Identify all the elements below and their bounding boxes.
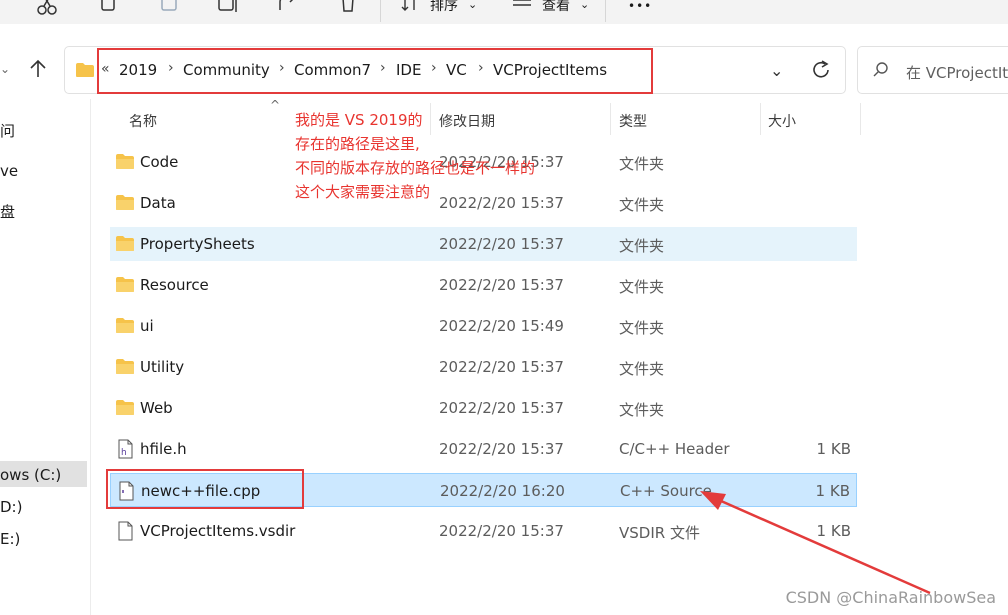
folder-icon <box>116 195 134 214</box>
file-type: 文件夹 <box>619 319 665 337</box>
file-name: Code <box>140 153 179 171</box>
chevron-down-icon: ⌄ <box>468 0 478 11</box>
file-type: 文件夹 <box>619 155 665 173</box>
folder-icon <box>116 236 134 255</box>
column-divider[interactable] <box>860 103 861 135</box>
file-name: Resource <box>140 276 209 294</box>
delete-icon[interactable] <box>336 0 366 18</box>
file-name: Data <box>140 194 176 212</box>
file-date: 2022/2/20 15:37 <box>439 276 564 294</box>
copy-icon[interactable] <box>96 0 126 18</box>
header-file-icon: h <box>118 439 134 464</box>
file-row[interactable]: Web 2022/2/20 15:37 文件夹 <box>110 391 857 425</box>
folder-icon <box>116 359 134 378</box>
file-type: C/C++ Header <box>619 440 730 458</box>
file-type: 文件夹 <box>619 237 665 255</box>
file-row[interactable]: Utility 2022/2/20 15:37 文件夹 <box>110 350 857 384</box>
annotation-arrow <box>700 491 931 595</box>
file-name: Web <box>140 399 173 417</box>
file-name: hfile.h <box>140 440 187 458</box>
nav-item-c-drive[interactable]: ows (C:) <box>0 466 61 484</box>
folder-icon <box>116 154 134 173</box>
file-date: 2022/2/20 15:37 <box>439 399 564 417</box>
column-header-type[interactable]: 类型 <box>619 111 647 131</box>
folder-icon <box>116 318 134 337</box>
file-type: VSDIR 文件 <box>619 524 700 542</box>
nav-item-d-drive[interactable]: D:) <box>0 498 22 516</box>
column-header-size[interactable]: 大小 <box>768 111 796 131</box>
nav-item[interactable]: 问 <box>0 120 15 141</box>
view-icon <box>512 0 532 16</box>
watermark: CSDN @ChinaRainbowSea <box>785 588 996 607</box>
annotation-line: 我的是 VS 2019的 <box>295 111 423 129</box>
file-date: 2022/2/20 15:37 <box>439 358 564 376</box>
column-divider[interactable] <box>760 103 761 135</box>
file-date: 2022/2/20 15:37 <box>439 522 564 540</box>
column-header-name[interactable]: 名称 <box>129 111 157 131</box>
sort-button[interactable]: 排序 <box>430 0 458 15</box>
chevron-down-icon[interactable]: ⌄ <box>770 61 783 80</box>
file-row[interactable]: h hfile.h 2022/2/20 15:37 C/C++ Header 1 KB <box>110 432 857 466</box>
share-icon[interactable] <box>276 0 306 18</box>
file-date: 2022/2/20 15:37 <box>439 440 564 458</box>
folder-icon <box>75 62 95 82</box>
sort-up-icon: ^ <box>270 98 281 112</box>
view-button[interactable]: 查看 <box>542 0 570 15</box>
history-dropdown-icon[interactable]: ⌄ <box>0 62 10 76</box>
file-name: VCProjectItems.vsdir <box>140 522 296 540</box>
file-name: Utility <box>140 358 185 376</box>
column-divider[interactable] <box>610 103 611 135</box>
toolbar-divider <box>605 0 606 22</box>
file-icon <box>118 521 134 546</box>
rename-icon[interactable] <box>216 0 246 18</box>
file-row[interactable]: PropertySheets 2022/2/20 15:37 文件夹 <box>110 227 857 261</box>
folder-icon <box>116 277 134 296</box>
nav-item[interactable]: ve <box>0 162 18 180</box>
cut-icon[interactable] <box>34 0 64 18</box>
file-name: ui <box>140 317 154 335</box>
command-bar: 排序 ⌄ 查看 ⌄ ••• <box>0 0 1008 24</box>
refresh-icon[interactable] <box>810 59 832 85</box>
paste-icon[interactable] <box>157 0 187 18</box>
nav-item-e-drive[interactable]: E:) <box>0 530 20 548</box>
annotation-line: 这个大家需要注意的 <box>295 183 431 201</box>
file-name: PropertySheets <box>140 235 255 253</box>
file-type: 文件夹 <box>619 278 665 296</box>
annotation-line: 不同的版本存放的路径也是不一样的 <box>295 159 536 177</box>
nav-item[interactable]: 盘 <box>0 201 15 222</box>
file-date: 2022/2/20 15:37 <box>439 235 564 253</box>
folder-icon <box>116 400 134 419</box>
search-icon <box>872 61 890 83</box>
file-date: 2022/2/20 16:20 <box>440 482 565 500</box>
more-options-icon[interactable]: ••• <box>628 0 652 13</box>
toolbar-divider <box>380 0 381 22</box>
file-type: 文件夹 <box>619 401 665 419</box>
file-type: 文件夹 <box>619 360 665 378</box>
file-row[interactable]: Resource 2022/2/20 15:37 文件夹 <box>110 268 857 302</box>
file-date: 2022/2/20 15:49 <box>439 317 564 335</box>
file-size: 1 KB <box>816 440 851 458</box>
up-arrow-icon[interactable] <box>27 58 49 84</box>
annotation-line: 存在的路径是这里, <box>295 135 420 153</box>
file-row[interactable]: ui 2022/2/20 15:49 文件夹 <box>110 309 857 343</box>
chevron-down-icon: ⌄ <box>580 0 590 11</box>
annotation-note: 我的是 VS 2019的 存在的路径是这里, 不同的版本存放的路径也是不一样的 … <box>295 108 535 204</box>
file-type: 文件夹 <box>619 196 665 214</box>
sort-icon[interactable] <box>400 0 420 18</box>
search-input[interactable]: 在 VCProjectIt <box>906 62 1008 83</box>
file-highlight-box <box>106 469 304 509</box>
path-highlight-box <box>97 48 653 94</box>
svg-text:h: h <box>121 448 127 458</box>
